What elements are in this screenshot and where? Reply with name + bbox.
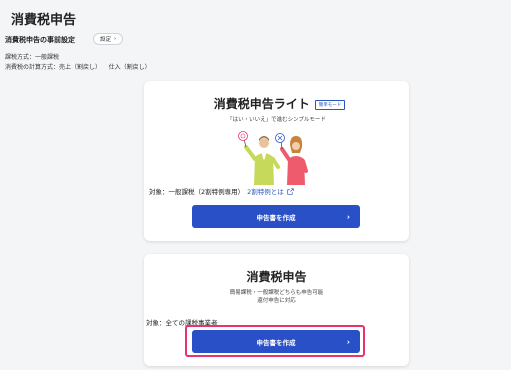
lite-target-text: 対象：一般課税（2割特例専用） xyxy=(149,188,245,196)
page-title: 消費税申告 xyxy=(11,13,77,28)
calculation-method-text: 消費税の計算方式：売上（割戻し） 仕入（割戻し） xyxy=(5,64,151,71)
full-mode-card: 消費税申告 簡易課税・一般課税どちらも申告可能 還付申告に対応 対象：全ての課税… xyxy=(144,254,409,366)
create-lite-return-button[interactable]: 申告書を作成 › xyxy=(192,205,360,228)
settings-button[interactable]: 設定 › xyxy=(93,33,124,45)
lite-card-subtitle: 「はい・いいえ」で進むシンプルモード xyxy=(227,117,326,123)
create-lite-return-label: 申告書を作成 xyxy=(256,213,296,222)
chevron-right-icon: › xyxy=(346,212,350,221)
man-figure xyxy=(238,131,280,185)
lite-target-row: 対象：一般課税（2割特例専用） 2割特例とは xyxy=(149,186,294,196)
create-full-return-label: 申告書を作成 xyxy=(256,338,296,347)
full-card-desc-line2: 還付申告に対応 xyxy=(257,298,296,304)
people-yes-no-illustration xyxy=(238,131,308,185)
two-percent-rule-link[interactable]: 2割特例とは xyxy=(247,186,284,196)
settings-heading: 消費税申告の事前設定 xyxy=(5,36,75,44)
settings-button-label: 設定 xyxy=(100,37,112,43)
full-card-description: 簡易課税・一般課税どちらも申告可能 還付申告に対応 xyxy=(144,289,409,305)
easy-mode-badge: 簡単モード xyxy=(314,99,346,110)
create-full-return-button[interactable]: 申告書を作成 › xyxy=(192,330,360,353)
full-card-title: 消費税申告 xyxy=(246,270,307,284)
chevron-right-icon: › xyxy=(114,36,117,42)
taxation-method-text: 課税方式：一般課税 xyxy=(5,54,60,61)
woman-figure xyxy=(275,133,308,185)
chevron-right-icon: › xyxy=(346,337,350,346)
lite-title-row: 消費税申告ライト 簡単モード xyxy=(144,95,409,112)
full-card-desc-line1: 簡易課税・一般課税どちらも申告可能 xyxy=(229,290,324,296)
lite-card-title: 消費税申告ライト xyxy=(213,97,310,111)
lite-mode-card: 消費税申告ライト 簡単モード 「はい・いいえ」で進むシンプルモード 対象：一般課… xyxy=(144,81,409,241)
external-link-icon[interactable] xyxy=(287,187,294,195)
